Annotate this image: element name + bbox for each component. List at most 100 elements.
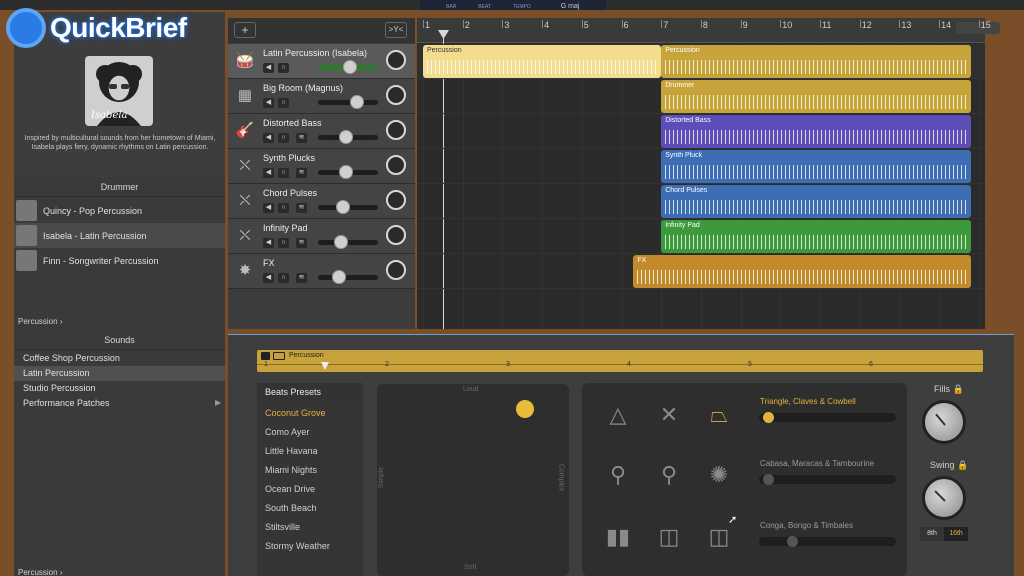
instrument-level-slider[interactable] — [759, 536, 896, 547]
sound-item[interactable]: Latin Percussion — [14, 366, 225, 381]
bongo-icon[interactable]: ◫ — [654, 522, 684, 552]
volume-thumb[interactable] — [350, 95, 364, 109]
sound-item[interactable]: Performance Patches — [14, 396, 225, 411]
lcd-display[interactable]: BAR BEAT TEMPO G maj — [420, 0, 606, 10]
wave-settings-icon[interactable]: ≋ — [296, 133, 307, 143]
volume-slider[interactable] — [318, 165, 378, 179]
tambourine-icon[interactable]: ✺ — [704, 460, 734, 490]
pan-knob[interactable] — [386, 155, 406, 175]
pan-knob[interactable] — [386, 225, 406, 245]
pan-knob[interactable] — [386, 190, 406, 210]
fills-knob[interactable] — [922, 400, 966, 444]
instrument-level-thumb[interactable] — [787, 536, 798, 547]
track-header[interactable]: ⛌ Synth Plucks ◀ ∩ ≋ — [228, 149, 415, 184]
track-region[interactable]: Distorted Bass — [661, 115, 971, 148]
filter-button[interactable]: >Y< — [385, 22, 407, 38]
track-header[interactable]: ⛌ Infinity Pad ◀ ∩ ≋ — [228, 219, 415, 254]
drummer-item[interactable]: Finn - Songwriter Percussion — [14, 248, 225, 273]
mute-icon[interactable]: ◀ — [263, 63, 274, 73]
pan-knob[interactable] — [386, 260, 406, 280]
track-region[interactable]: Percussion — [661, 45, 971, 78]
lock-icon[interactable]: 🔒 — [953, 384, 964, 394]
instrument-level-slider[interactable] — [759, 412, 896, 423]
instrument-level-thumb[interactable] — [763, 412, 774, 423]
wave-settings-icon[interactable]: ≋ — [296, 273, 307, 283]
sounds-breadcrumb[interactable]: Percussion › — [18, 317, 62, 326]
claves-icon[interactable]: ✕ — [654, 400, 684, 430]
volume-thumb[interactable] — [339, 130, 353, 144]
volume-thumb[interactable] — [332, 270, 346, 284]
drummer-item[interactable]: Isabela - Latin Percussion — [14, 223, 225, 248]
sixteenth-note-button[interactable]: 16th — [944, 527, 968, 541]
instrument-level-slider[interactable] — [759, 474, 896, 485]
headphones-icon[interactable]: ∩ — [278, 98, 289, 108]
volume-thumb[interactable] — [334, 235, 348, 249]
bottom-breadcrumb[interactable]: Percussion › — [18, 568, 62, 576]
volume-thumb[interactable] — [339, 165, 353, 179]
track-header[interactable]: ⛌ Chord Pulses ◀ ∩ ≋ — [228, 184, 415, 219]
headphones-icon[interactable]: ∩ — [278, 133, 289, 143]
eighth-note-button[interactable]: 8th — [920, 527, 944, 541]
cowbell-icon[interactable]: ⏢ — [704, 400, 734, 430]
preset-item[interactable]: Como Ayer — [257, 423, 363, 442]
sound-item[interactable]: Coffee Shop Percussion — [14, 351, 225, 366]
cabasa-icon[interactable]: ⚲ — [603, 460, 633, 490]
mute-icon[interactable]: ◀ — [263, 203, 274, 213]
track-region[interactable]: Synth Pluck — [661, 150, 971, 183]
preset-item[interactable]: Coconut Grove — [257, 404, 363, 423]
headphones-icon[interactable]: ∩ — [278, 238, 289, 248]
drummer-item[interactable]: Quincy - Pop Percussion — [14, 198, 225, 223]
preset-item[interactable]: Ocean Drive — [257, 480, 363, 499]
track-header[interactable]: ▦ Big Room (Magnus) ◀ ∩ — [228, 79, 415, 114]
preset-item[interactable]: South Beach — [257, 499, 363, 518]
track-region[interactable]: Drummer — [661, 80, 971, 113]
mute-icon[interactable]: ◀ — [263, 133, 274, 143]
headphones-icon[interactable]: ∩ — [278, 168, 289, 178]
wave-settings-icon[interactable]: ≋ — [296, 238, 307, 248]
headphones-icon[interactable]: ∩ — [278, 63, 289, 73]
pad-puck[interactable] — [516, 400, 534, 418]
track-header[interactable]: 🎸 Distorted Bass ◀ ∩ ≋ — [228, 114, 415, 149]
pan-knob[interactable] — [386, 120, 406, 140]
play-region-icon[interactable] — [261, 352, 270, 360]
swing-knob[interactable] — [922, 476, 966, 520]
maracas-icon[interactable]: ⚲ — [654, 460, 684, 490]
track-header[interactable]: 🥁 Latin Percussion (Isabela) ◀ ∩ — [228, 44, 415, 79]
mute-icon[interactable]: ◀ — [263, 273, 274, 283]
volume-slider[interactable] — [318, 130, 378, 144]
volume-slider[interactable] — [318, 200, 378, 214]
pan-knob[interactable] — [386, 50, 406, 70]
mute-icon[interactable]: ◀ — [263, 168, 274, 178]
volume-slider[interactable] — [318, 60, 378, 74]
mute-icon[interactable]: ◀ — [263, 98, 274, 108]
preset-item[interactable]: Miami Nights — [257, 461, 363, 480]
volume-thumb[interactable] — [343, 60, 357, 74]
xy-pad[interactable]: Loud Soft Simple Complex — [377, 384, 569, 576]
lock-icon[interactable]: 🔒 — [957, 460, 968, 470]
volume-slider[interactable] — [318, 95, 378, 109]
instrument-level-thumb[interactable] — [763, 474, 774, 485]
headphones-icon[interactable]: ∩ — [278, 203, 289, 213]
conga-icon[interactable]: ▮▮ — [603, 522, 633, 552]
mute-icon[interactable]: ◀ — [263, 238, 274, 248]
wave-settings-icon[interactable]: ≋ — [296, 203, 307, 213]
track-region[interactable]: Infinity Pad — [661, 220, 971, 253]
preset-item[interactable]: Little Havana — [257, 442, 363, 461]
track-header[interactable]: ✸ FX ◀ ∩ ≋ — [228, 254, 415, 289]
volume-thumb[interactable] — [336, 200, 350, 214]
track-region[interactable]: Percussion — [423, 45, 662, 78]
wave-settings-icon[interactable]: ≋ — [296, 168, 307, 178]
volume-slider[interactable] — [318, 235, 378, 249]
pan-knob[interactable] — [386, 85, 406, 105]
track-region[interactable]: FX — [633, 255, 971, 288]
headphones-icon[interactable]: ∩ — [278, 273, 289, 283]
volume-slider[interactable] — [318, 270, 378, 284]
sound-item[interactable]: Studio Percussion — [14, 381, 225, 396]
add-track-button[interactable]: + — [234, 22, 256, 38]
preset-item[interactable]: Stormy Weather — [257, 537, 363, 556]
triangle-icon[interactable]: △ — [603, 400, 633, 430]
track-region[interactable]: Chord Pulses — [661, 185, 971, 218]
editor-region-bar[interactable]: Percussion — [257, 350, 983, 372]
timbales-icon[interactable]: ◫ — [704, 522, 734, 552]
preset-item[interactable]: Stiltsville — [257, 518, 363, 537]
